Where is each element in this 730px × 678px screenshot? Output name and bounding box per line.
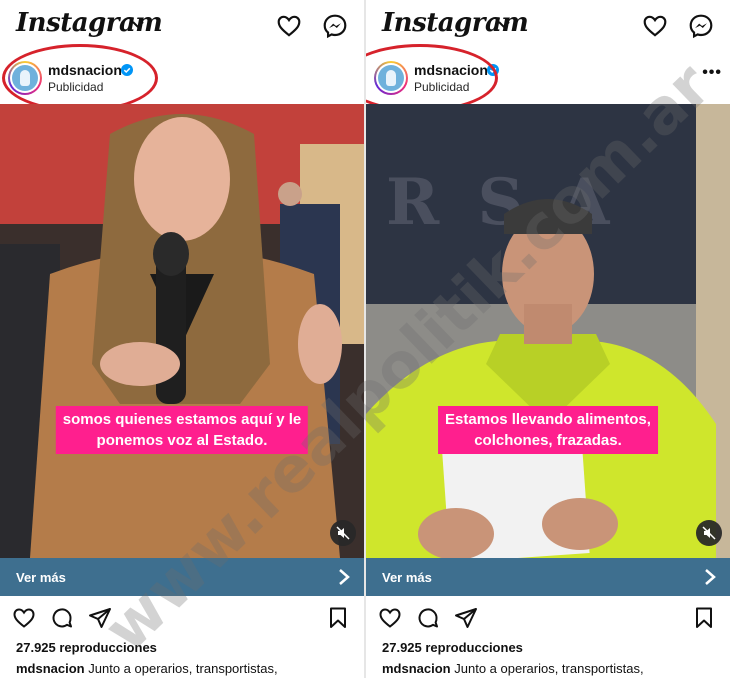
post-caption: mdsnacion Junto a operarios, transportis… — [382, 661, 644, 676]
video-frame — [0, 104, 364, 558]
caption-line-1: somos quienes estamos aquí y le — [62, 411, 302, 428]
messenger-icon[interactable] — [322, 13, 348, 39]
avatar[interactable] — [374, 61, 408, 95]
avatar[interactable] — [8, 61, 42, 95]
chevron-down-icon[interactable] — [132, 20, 144, 30]
view-count: 27.925 reproducciones — [16, 640, 157, 655]
caption-line-1: Estamos llevando alimentos, — [445, 411, 651, 428]
share-icon[interactable] — [454, 606, 478, 630]
caption-line-2: colchones, frazadas. — [474, 432, 622, 449]
ver-mas-button[interactable]: Ver más — [366, 558, 730, 596]
username[interactable]: mdsnacion — [48, 62, 122, 78]
caption-text: Junto a operarios, transportistas, — [88, 661, 278, 676]
ver-mas-label: Ver más — [16, 570, 66, 585]
comment-icon[interactable] — [416, 606, 440, 630]
video-caption: Estamos llevando alimentos, colchones, f… — [438, 406, 658, 454]
video-frame: R S.A — [366, 104, 730, 558]
action-bar — [0, 600, 364, 636]
bookmark-icon[interactable] — [326, 606, 350, 630]
caption-username[interactable]: mdsnacion — [382, 661, 451, 676]
chevron-down-icon[interactable] — [498, 20, 510, 30]
caption-username[interactable]: mdsnacion — [16, 661, 85, 676]
view-count: 27.925 reproducciones — [382, 640, 523, 655]
heart-icon[interactable] — [642, 13, 668, 39]
share-icon[interactable] — [88, 606, 112, 630]
messenger-icon[interactable] — [688, 13, 714, 39]
sponsored-label: Publicidad — [414, 80, 470, 94]
account-row[interactable]: mdsnacion Publicidad ••• — [366, 44, 730, 112]
post-right: Instagram mdsnacion Publicidad ••• R S.A — [366, 0, 730, 678]
caption-text: Junto a operarios, transportistas, — [454, 661, 644, 676]
heart-icon[interactable] — [12, 606, 36, 630]
mute-icon[interactable] — [330, 520, 356, 546]
video-media[interactable]: R S.A Estamos llevando alimentos, colcho… — [366, 104, 730, 558]
ver-mas-button[interactable]: Ver más — [0, 558, 364, 596]
sponsored-label: Publicidad — [48, 80, 104, 94]
video-caption: somos quienes estamos aquí y le ponemos … — [55, 406, 309, 454]
comment-icon[interactable] — [50, 606, 74, 630]
bookmark-icon[interactable] — [692, 606, 716, 630]
verified-badge-icon — [121, 64, 133, 76]
chevron-right-icon — [705, 569, 716, 585]
ver-mas-label: Ver más — [382, 570, 432, 585]
top-bar: Instagram — [366, 0, 730, 52]
post-left: Instagram mdsnacion Publicidad somos qui… — [0, 0, 364, 678]
post-caption: mdsnacion Junto a operarios, transportis… — [16, 661, 278, 676]
action-bar — [366, 600, 730, 636]
video-media[interactable]: somos quienes estamos aquí y le ponemos … — [0, 104, 364, 558]
caption-line-2: ponemos voz al Estado. — [96, 432, 268, 449]
heart-icon[interactable] — [378, 606, 402, 630]
chevron-right-icon — [339, 569, 350, 585]
mute-icon[interactable] — [696, 520, 722, 546]
verified-badge-icon — [487, 64, 499, 76]
heart-icon[interactable] — [276, 13, 302, 39]
username[interactable]: mdsnacion — [414, 62, 488, 78]
more-icon[interactable]: ••• — [702, 64, 722, 82]
account-row[interactable]: mdsnacion Publicidad — [0, 44, 364, 112]
top-bar: Instagram — [0, 0, 364, 52]
